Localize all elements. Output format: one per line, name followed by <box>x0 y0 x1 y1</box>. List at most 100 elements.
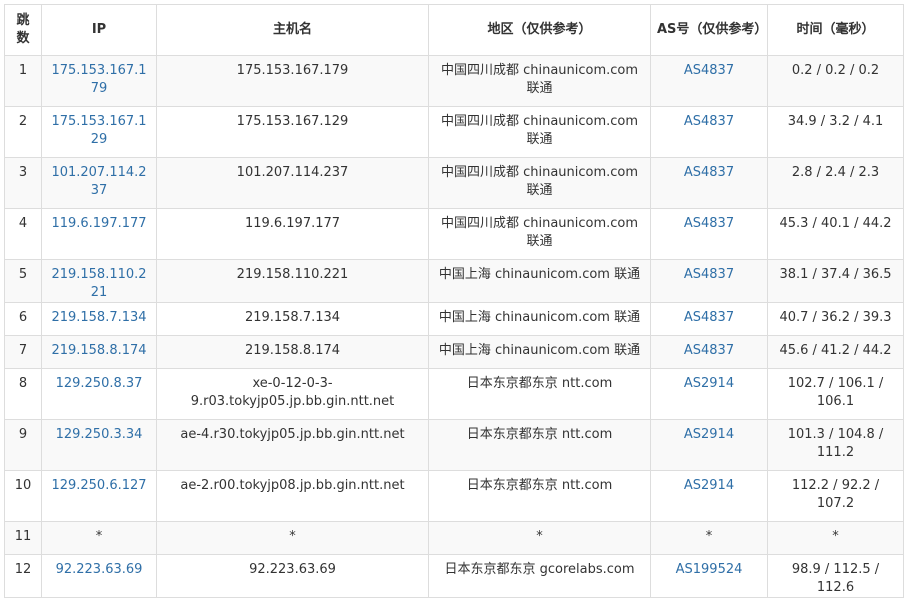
hop-column-cell: 5 <box>4 259 42 303</box>
time-column-cell: 98.9 / 112.5 / 112.6 <box>767 554 904 598</box>
ip-link[interactable]: 92.223.63.69 <box>56 562 143 577</box>
asn-link[interactable]: AS4837 <box>684 165 734 180</box>
region-cell: 中国四川成都 chinaunicom.com 联通 <box>440 165 639 198</box>
header-ip: IP <box>41 4 157 56</box>
hostname-column-cell: 219.158.110.221 <box>156 259 429 303</box>
asn-link[interactable]: AS2914 <box>684 427 734 442</box>
hop-column-cell: 6 <box>4 302 42 336</box>
ip-column-cell: 119.6.197.177 <box>41 208 157 260</box>
hostname-column-cell: 92.223.63.69 <box>156 554 429 598</box>
region-column-cell: 中国上海 chinaunicom.com 联通 <box>428 302 651 336</box>
asn-column-cell: AS4837 <box>650 335 768 369</box>
region-column-cell: 日本东京都东京 ntt.com <box>428 419 651 471</box>
hop-cell: 4 <box>18 216 28 231</box>
hop-cell: 5 <box>18 267 28 282</box>
ip-link[interactable]: 219.158.7.134 <box>51 310 146 325</box>
asn-column-cell: AS199524 <box>650 554 768 598</box>
ip-column-cell: 219.158.7.134 <box>41 302 157 336</box>
region-cell: 中国四川成都 chinaunicom.com 联通 <box>440 216 639 249</box>
hostname-cell: 219.158.8.174 <box>244 343 341 358</box>
asn-link[interactable]: AS4837 <box>684 63 734 78</box>
ip-link[interactable]: 175.153.167.129 <box>51 114 146 147</box>
region-column-cell: 中国四川成都 chinaunicom.com 联通 <box>428 55 651 107</box>
asn-link[interactable]: AS4837 <box>684 267 734 282</box>
hop-column-cell: 10 <box>4 470 42 522</box>
region-cell: 日本东京都东京 ntt.com <box>466 478 613 493</box>
hostname-cell: 101.207.114.237 <box>236 165 349 180</box>
time-column-cell: 45.3 / 40.1 / 44.2 <box>767 208 904 260</box>
time-cell: 34.9 / 3.2 / 4.1 <box>787 114 884 129</box>
hop-column-cell: 1 <box>4 55 42 107</box>
ip-link[interactable]: 175.153.167.179 <box>51 63 146 96</box>
header-row: 跳数 IP 主机名 地区（仅供参考） AS号（仅供参考） 时间（毫秒） <box>4 4 904 56</box>
ip-column-cell: 175.153.167.129 <box>41 106 157 158</box>
ip-link[interactable]: 219.158.8.174 <box>51 343 146 358</box>
region-column-cell: 中国四川成都 chinaunicom.com 联通 <box>428 208 651 260</box>
table-row: 10 129.250.6.127 ae-2.r00.tokyjp08.jp.bb.g… <box>4 470 904 522</box>
asn-link[interactable]: AS199524 <box>676 562 743 577</box>
table-row: 9 129.250.3.34 ae-4.r30.tokyjp05.jp.bb.gin… <box>4 419 904 471</box>
asn-link[interactable]: AS4837 <box>684 216 734 231</box>
asn-column-cell: AS4837 <box>650 302 768 336</box>
time-cell: 0.2 / 0.2 / 0.2 <box>791 63 880 78</box>
region-cell: 中国四川成都 chinaunicom.com 联通 <box>440 63 639 96</box>
ip-link[interactable]: 119.6.197.177 <box>51 216 146 231</box>
region-cell: 日本东京都东京 ntt.com <box>466 376 613 391</box>
region-cell: 中国四川成都 chinaunicom.com 联通 <box>440 114 639 147</box>
hop-column-cell: 9 <box>4 419 42 471</box>
hop-cell: 7 <box>18 343 28 358</box>
region-cell: * <box>536 529 543 544</box>
table-row: 1 175.153.167.179 175.153.167.179 中国四川成都 ch… <box>4 55 904 107</box>
table-row: 12 92.223.63.69 92.223.63.69 日本东京都东京 gcorel… <box>4 554 904 598</box>
asn-link[interactable]: AS4837 <box>684 114 734 129</box>
asn-link[interactable]: AS2914 <box>684 376 734 391</box>
table-row: 4 119.6.197.177 119.6.197.177 中国四川成都 chinau… <box>4 208 904 260</box>
hop-column-cell: 4 <box>4 208 42 260</box>
ip-link[interactable]: 101.207.114.237 <box>51 165 146 198</box>
ip-link[interactable]: 129.250.8.37 <box>56 376 143 391</box>
header-asn: AS号（仅供参考） <box>650 4 768 56</box>
hostname-column-cell: ae-2.r00.tokyjp08.jp.bb.gin.ntt.net <box>156 470 429 522</box>
hostname-cell: * <box>289 529 296 544</box>
asn-link: * <box>705 529 713 544</box>
asn-link[interactable]: AS2914 <box>684 478 734 493</box>
hop-column-cell: 7 <box>4 335 42 369</box>
hostname-column-cell: * <box>156 521 429 555</box>
time-column-cell: 101.3 / 104.8 / 111.2 <box>767 419 904 471</box>
hostname-column-cell: ae-4.r30.tokyjp05.jp.bb.gin.ntt.net <box>156 419 429 471</box>
hop-cell: 3 <box>18 165 28 180</box>
hostname-cell: 219.158.7.134 <box>244 310 341 325</box>
table-row: 6 219.158.7.134 219.158.7.134 中国上海 chinauni… <box>4 302 904 336</box>
hostname-column-cell: 175.153.167.179 <box>156 55 429 107</box>
time-column-cell: 102.7 / 106.1 / 106.1 <box>767 368 904 420</box>
time-column-cell: 2.8 / 2.4 / 2.3 <box>767 157 904 209</box>
asn-column-cell: AS4837 <box>650 208 768 260</box>
asn-column-cell: AS2914 <box>650 368 768 420</box>
hostname-column-cell: 219.158.7.134 <box>156 302 429 336</box>
asn-link[interactable]: AS4837 <box>684 343 734 358</box>
header-time: 时间（毫秒） <box>767 4 904 56</box>
hostname-cell: ae-4.r30.tokyjp05.jp.bb.gin.ntt.net <box>180 427 405 442</box>
hostname-cell: 119.6.197.177 <box>244 216 341 231</box>
asn-column-cell: AS4837 <box>650 157 768 209</box>
hostname-cell: 175.153.167.179 <box>236 63 349 78</box>
time-column-cell: * <box>767 521 904 555</box>
ip-column-cell: 129.250.3.34 <box>41 419 157 471</box>
ip-link[interactable]: 129.250.3.34 <box>56 427 143 442</box>
hostname-column-cell: 175.153.167.129 <box>156 106 429 158</box>
time-column-cell: 45.6 / 41.2 / 44.2 <box>767 335 904 369</box>
header-region: 地区（仅供参考） <box>428 4 651 56</box>
ip-link[interactable]: 219.158.110.221 <box>51 267 146 300</box>
ip-column-cell: 219.158.8.174 <box>41 335 157 369</box>
time-cell: 38.1 / 37.4 / 36.5 <box>779 267 892 282</box>
table-row: 2 175.153.167.129 175.153.167.129 中国四川成都 ch… <box>4 106 904 158</box>
region-column-cell: 中国四川成都 chinaunicom.com 联通 <box>428 157 651 209</box>
hop-cell: 10 <box>14 478 32 493</box>
region-column-cell: 日本东京都东京 gcorelabs.com <box>428 554 651 598</box>
hop-cell: 11 <box>14 529 32 544</box>
asn-link[interactable]: AS4837 <box>684 310 734 325</box>
ip-link[interactable]: 129.250.6.127 <box>51 478 146 493</box>
hostname-cell: 219.158.110.221 <box>236 267 349 282</box>
hostname-cell: ae-2.r00.tokyjp08.jp.bb.gin.ntt.net <box>180 478 405 493</box>
region-cell: 中国上海 chinaunicom.com 联通 <box>438 310 641 325</box>
